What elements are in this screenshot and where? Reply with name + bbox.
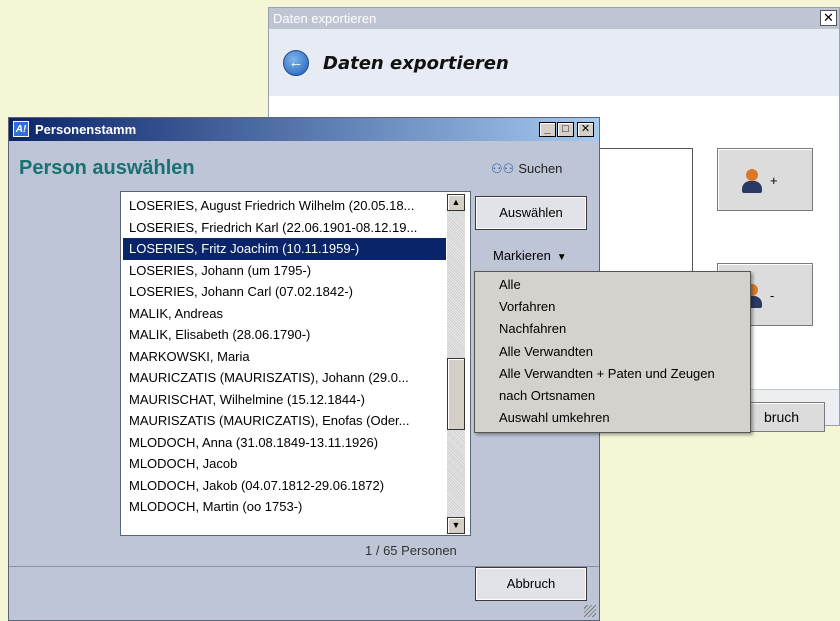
- export-heading: Daten exportieren: [323, 53, 509, 74]
- scroll-down-button[interactable]: ▼: [447, 517, 465, 534]
- list-item[interactable]: LOSERIES, August Friedrich Wilhelm (20.0…: [123, 195, 446, 217]
- mark-dropdown-button[interactable]: Markieren ▼: [493, 248, 567, 263]
- person-icon: [742, 169, 762, 193]
- list-item[interactable]: MLODOCH, Martin (oo 1753-): [123, 496, 446, 518]
- menu-item[interactable]: Alle Verwandten: [475, 341, 750, 363]
- list-item[interactable]: MALIK, Elisabeth (28.06.1790-): [123, 324, 446, 346]
- resize-grip-icon[interactable]: [584, 605, 596, 617]
- scroll-thumb[interactable]: [447, 358, 465, 430]
- cancel-button[interactable]: Abbruch: [475, 567, 587, 601]
- binoculars-icon: ⚇⚇: [491, 161, 515, 176]
- search-label: Suchen: [518, 161, 563, 176]
- minimize-button[interactable]: _: [539, 122, 556, 137]
- add-person-button[interactable]: +: [717, 148, 813, 211]
- list-item[interactable]: MAURICZATIS (MAURISZATIS), Johann (29.0.…: [123, 367, 446, 389]
- list-item[interactable]: LOSERIES, Johann (um 1795-): [123, 260, 446, 282]
- list-item[interactable]: MLODOCH, Anna (31.08.1849-13.11.1926): [123, 432, 446, 454]
- menu-item[interactable]: Vorfahren: [475, 296, 750, 318]
- list-item[interactable]: MLODOCH, Jacob: [123, 453, 446, 475]
- personenstamm-title: Personenstamm: [9, 118, 599, 141]
- person-listbox[interactable]: LOSERIES, August Friedrich Wilhelm (20.0…: [120, 191, 471, 536]
- chevron-down-icon: ▼: [556, 252, 567, 263]
- close-button[interactable]: ✕: [577, 122, 594, 137]
- list-item[interactable]: MARKOWSKI, Maria: [123, 346, 446, 368]
- person-count: 1 / 65 Personen: [365, 543, 457, 558]
- export-close-button[interactable]: ✕: [820, 10, 837, 26]
- search-button[interactable]: ⚇⚇ Suchen: [491, 161, 562, 177]
- app-icon: A!: [13, 121, 29, 137]
- menu-item[interactable]: Alle: [475, 274, 750, 296]
- list-item[interactable]: MAURISZATIS (MAURICZATIS), Enofas (Oder.…: [123, 410, 446, 432]
- add-sign: +: [770, 173, 778, 188]
- menu-item[interactable]: Alle Verwandten + Paten und Zeugen: [475, 363, 750, 385]
- export-header: ← Daten exportieren: [269, 29, 839, 96]
- back-arrow-icon[interactable]: ←: [283, 50, 309, 76]
- mark-menu: Alle Vorfahren Nachfahren Alle Verwandten Al…: [474, 271, 751, 433]
- page-title: Person auswählen: [19, 157, 195, 179]
- list-item[interactable]: MALIK, Andreas: [123, 303, 446, 325]
- scroll-up-button[interactable]: ▲: [447, 194, 465, 211]
- menu-item[interactable]: Nachfahren: [475, 318, 750, 340]
- list-scrollbar[interactable]: ▲ ▼: [447, 194, 465, 534]
- remove-sign: -: [770, 288, 775, 303]
- list-item[interactable]: MAURISCHAT, Wilhelmine (15.12.1844-): [123, 389, 446, 411]
- select-button[interactable]: Auswählen: [475, 196, 587, 230]
- menu-item[interactable]: nach Ortsnamen: [475, 385, 750, 407]
- person-list: LOSERIES, August Friedrich Wilhelm (20.0…: [123, 195, 446, 518]
- maximize-button[interactable]: □: [557, 122, 574, 137]
- list-item[interactable]: LOSERIES, Friedrich Karl (22.06.1901-08.…: [123, 217, 446, 239]
- export-window-title: Daten exportieren: [269, 8, 839, 29]
- mark-label: Markieren: [493, 248, 551, 263]
- list-item[interactable]: MLODOCH, Jakob (04.07.1812-29.06.1872): [123, 475, 446, 497]
- list-item[interactable]: LOSERIES, Fritz Joachim (10.11.1959-): [123, 238, 446, 260]
- menu-item[interactable]: Auswahl umkehren: [475, 407, 750, 429]
- list-item[interactable]: LOSERIES, Johann Carl (07.02.1842-): [123, 281, 446, 303]
